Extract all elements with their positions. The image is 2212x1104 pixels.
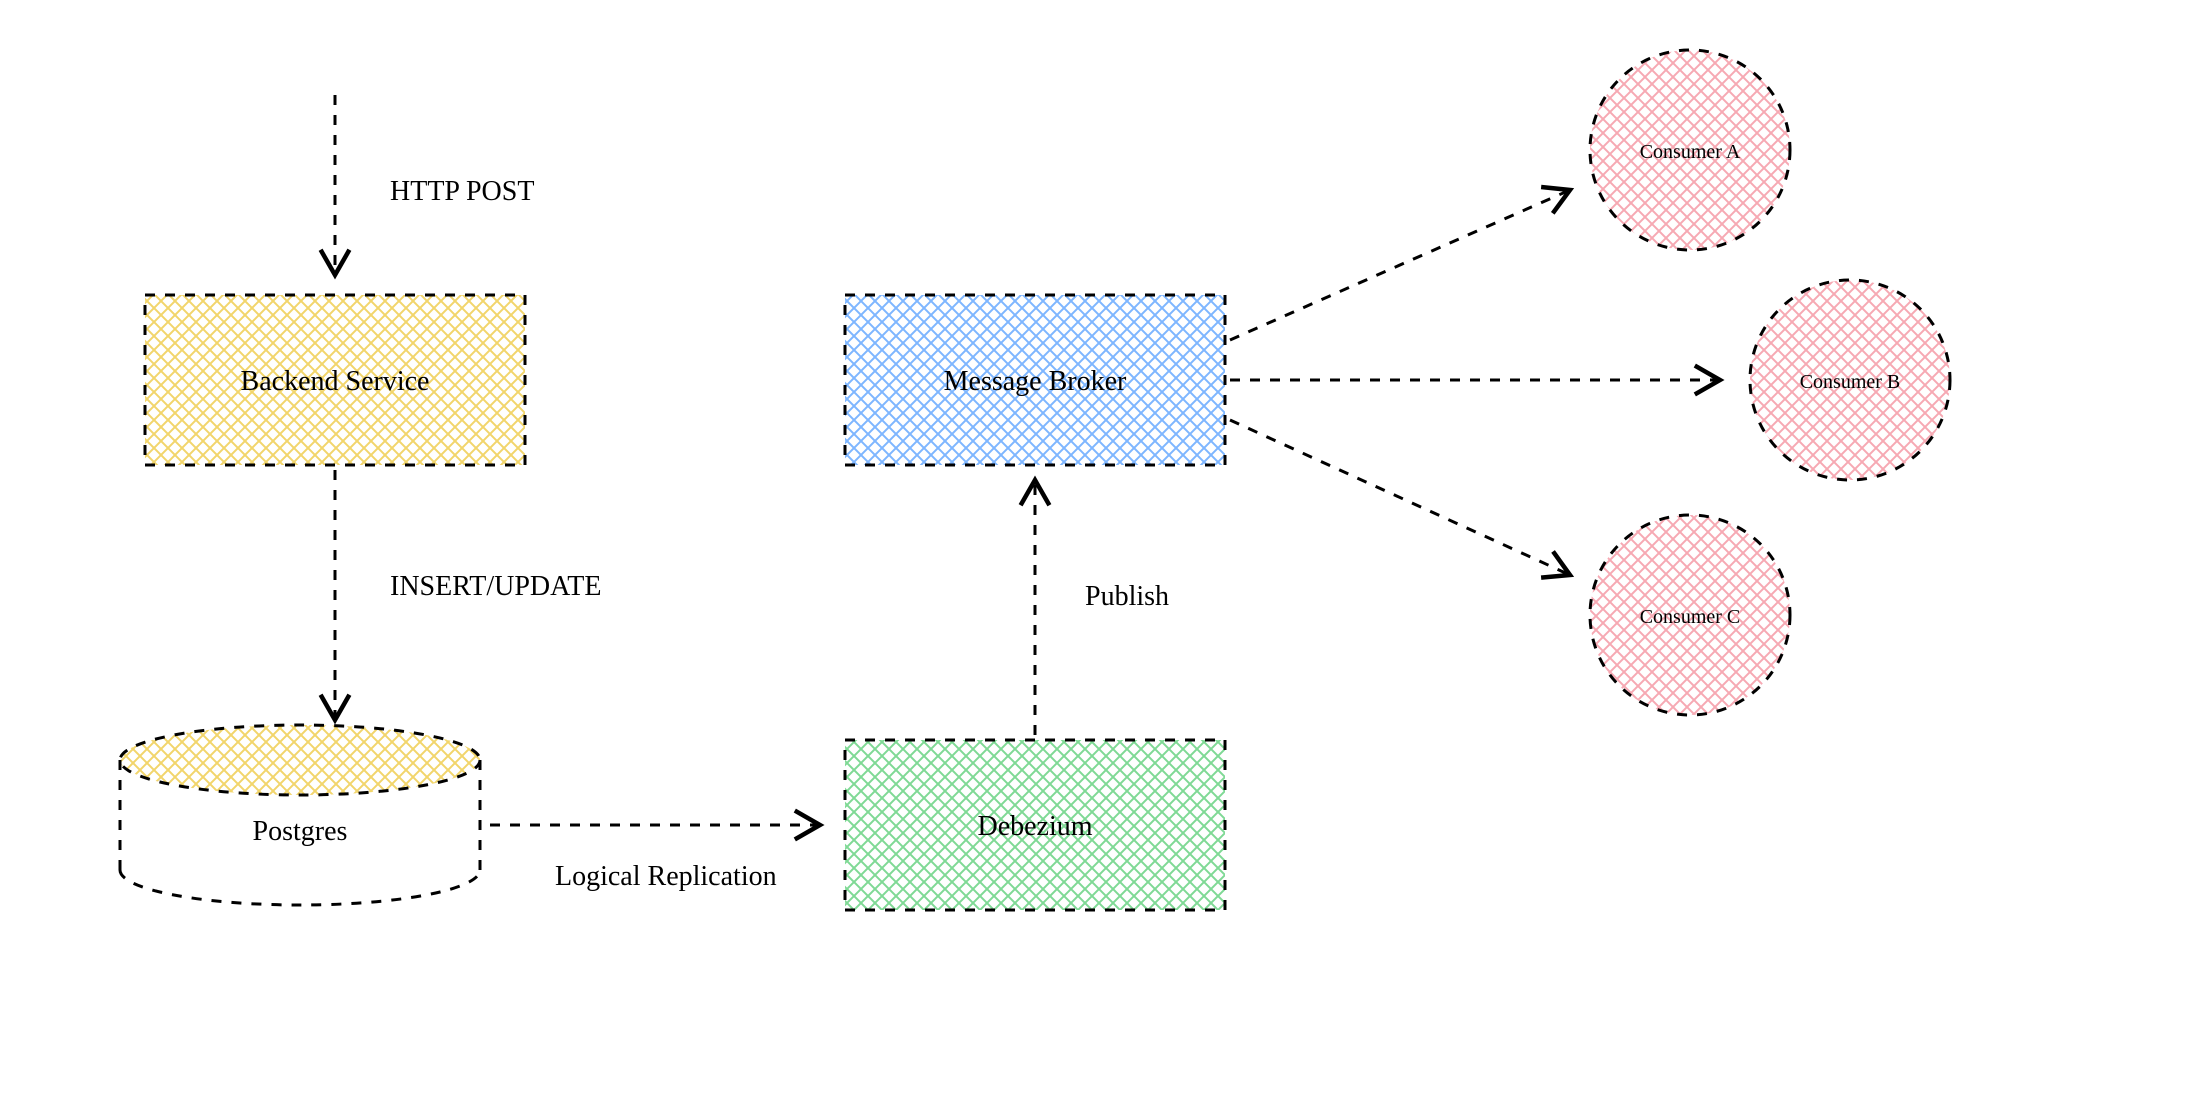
consumer-a-node: Consumer A	[1590, 50, 1790, 250]
postgres-label: Postgres	[253, 816, 348, 847]
debezium-label: Debezium	[977, 811, 1092, 842]
edge-logical-replication: Logical Replication	[490, 825, 820, 892]
edge-insert-label: INSERT/UPDATE	[390, 571, 601, 602]
architecture-diagram: HTTP POST Backend Service INSERT/UPDATE …	[0, 0, 2212, 1104]
consumer-b-node: Consumer B	[1750, 280, 1950, 480]
consumer-a-label: Consumer A	[1640, 141, 1741, 163]
edge-publish: Publish	[1035, 480, 1169, 735]
message-broker-label: Message Broker	[944, 366, 1127, 397]
edge-replication-label: Logical Replication	[555, 861, 777, 892]
edge-http-post: HTTP POST	[335, 95, 534, 275]
backend-service-node: Backend Service	[145, 295, 525, 465]
postgres-node: Postgres	[120, 725, 480, 905]
consumer-c-label: Consumer C	[1640, 606, 1741, 628]
backend-service-label: Backend Service	[241, 366, 430, 397]
edge-http-label: HTTP POST	[390, 176, 534, 207]
debezium-node: Debezium	[845, 740, 1225, 910]
edge-to-consumer-a	[1230, 190, 1570, 340]
edge-to-consumer-c	[1230, 420, 1570, 575]
edge-publish-label: Publish	[1085, 581, 1169, 612]
edge-insert-update: INSERT/UPDATE	[335, 470, 601, 720]
message-broker-node: Message Broker	[845, 295, 1225, 465]
consumer-c-node: Consumer C	[1590, 515, 1790, 715]
consumer-b-label: Consumer B	[1800, 371, 1901, 393]
